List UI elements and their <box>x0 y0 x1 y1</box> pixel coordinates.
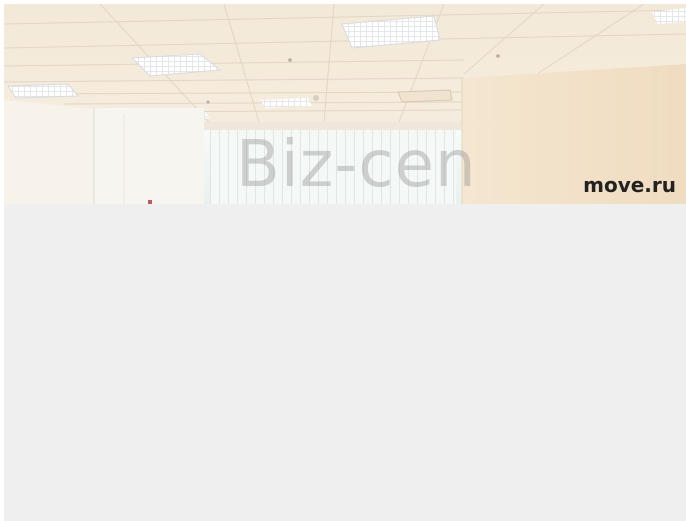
image-placeholder-area <box>4 204 686 521</box>
brand-logo[interactable]: move.ru <box>583 172 676 198</box>
house-logo-icon <box>583 172 686 204</box>
watermark-text: Biz-cen <box>236 128 477 202</box>
office-photo[interactable]: Biz-cen move.ru <box>4 4 686 204</box>
listing-image-frame: Biz-cen move.ru <box>4 4 686 521</box>
